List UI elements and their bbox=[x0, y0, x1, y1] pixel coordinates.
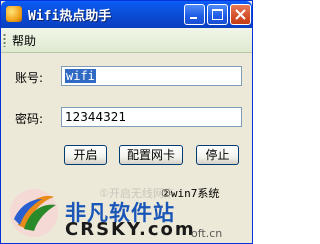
watermark-domain: oft.cn bbox=[191, 227, 223, 240]
account-input[interactable]: wifi bbox=[61, 66, 242, 86]
minimize-button[interactable] bbox=[184, 4, 205, 25]
menu-item-help[interactable]: 帮助 bbox=[10, 32, 38, 49]
password-input[interactable]: 12344321 bbox=[61, 107, 242, 127]
account-label: 账号: bbox=[15, 71, 44, 85]
password-input-value: 12344321 bbox=[65, 110, 127, 124]
maximize-button[interactable] bbox=[207, 4, 228, 25]
close-button[interactable] bbox=[230, 4, 251, 25]
toolbar-grip[interactable] bbox=[3, 33, 6, 47]
close-icon bbox=[235, 9, 246, 20]
app-icon bbox=[6, 6, 22, 22]
menu-bar: 帮助 bbox=[1, 28, 252, 53]
password-label: 密码: bbox=[15, 112, 44, 126]
account-input-value: wifi bbox=[65, 69, 96, 83]
maximize-icon bbox=[212, 9, 223, 20]
watermark-subtitle: CRSKY.com bbox=[65, 219, 196, 240]
title-bar[interactable]: Wifi热点助手 bbox=[1, 1, 252, 28]
start-button[interactable]: 开启 bbox=[64, 145, 107, 165]
window-title: Wifi热点助手 bbox=[28, 9, 112, 24]
stop-button[interactable]: 停止 bbox=[196, 145, 239, 165]
minimize-icon bbox=[190, 17, 197, 19]
config-adapter-button[interactable]: 配置网卡 bbox=[119, 145, 183, 165]
main-window: Wifi热点助手 帮助 账号: wifi 密码: 12344321 开启 配置网… bbox=[0, 0, 253, 244]
crsky-logo-icon bbox=[10, 189, 58, 237]
